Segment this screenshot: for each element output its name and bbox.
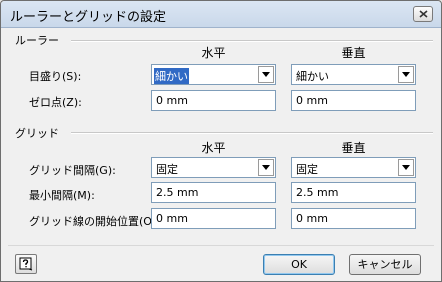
dialog-title: ルーラーとグリッドの設定 bbox=[10, 10, 167, 25]
grid-spacing-vertical-select[interactable]: 固定 bbox=[291, 157, 416, 178]
chevron-down-icon bbox=[262, 165, 270, 170]
subdivisions-vertical-select[interactable]: 細かい bbox=[291, 64, 416, 85]
grid-col-vertical: 垂直 bbox=[341, 141, 366, 155]
grid-origin-horizontal-input[interactable]: 0 mm bbox=[151, 208, 276, 229]
ruler-separator bbox=[71, 40, 433, 42]
chevron-down-icon bbox=[402, 165, 410, 170]
subdivisions-label: 目盛り(S): bbox=[29, 70, 82, 83]
help-button[interactable] bbox=[15, 254, 37, 274]
zero-point-label: ゼロ点(Z): bbox=[29, 96, 82, 109]
ruler-section-title: ルーラー bbox=[15, 34, 59, 47]
ruler-grid-dialog: ルーラーとグリッドの設定 ルーラー 水平 垂直 目盛り(S): 細かい 細かい … bbox=[0, 0, 442, 282]
grid-section-title: グリッド bbox=[15, 127, 59, 140]
ruler-col-horizontal: 水平 bbox=[201, 46, 226, 60]
zero-point-vertical-input[interactable]: 0 mm bbox=[291, 90, 416, 111]
close-button[interactable] bbox=[413, 6, 433, 22]
min-spacing-horizontal-input[interactable]: 2.5 mm bbox=[151, 182, 276, 203]
grid-col-horizontal: 水平 bbox=[201, 141, 226, 155]
title-bar[interactable]: ルーラーとグリッドの設定 bbox=[1, 1, 441, 28]
grid-origin-vertical-input[interactable]: 0 mm bbox=[291, 208, 416, 229]
subdivisions-horizontal-select[interactable]: 細かい bbox=[151, 64, 276, 85]
cancel-button[interactable]: キャンセル bbox=[349, 254, 421, 275]
dropdown-button[interactable] bbox=[398, 66, 414, 83]
ok-button[interactable]: OK bbox=[263, 254, 335, 275]
min-spacing-vertical-input[interactable]: 2.5 mm bbox=[291, 182, 416, 203]
zero-point-horizontal-input[interactable]: 0 mm bbox=[151, 90, 276, 111]
help-icon bbox=[19, 257, 33, 271]
footer-separator bbox=[8, 245, 434, 246]
grid-origin-label: グリッド線の開始位置(O): bbox=[29, 215, 160, 228]
chevron-down-icon bbox=[402, 72, 410, 77]
dropdown-button[interactable] bbox=[258, 66, 274, 83]
dropdown-button[interactable] bbox=[258, 159, 274, 176]
grid-spacing-label: グリッド間隔(G): bbox=[29, 164, 116, 177]
dropdown-button[interactable] bbox=[398, 159, 414, 176]
grid-spacing-horizontal-select[interactable]: 固定 bbox=[151, 157, 276, 178]
chevron-down-icon bbox=[262, 72, 270, 77]
ruler-col-vertical: 垂直 bbox=[341, 46, 366, 60]
min-spacing-label: 最小間隔(M): bbox=[29, 189, 95, 202]
close-icon bbox=[419, 10, 428, 18]
grid-separator bbox=[71, 132, 433, 134]
